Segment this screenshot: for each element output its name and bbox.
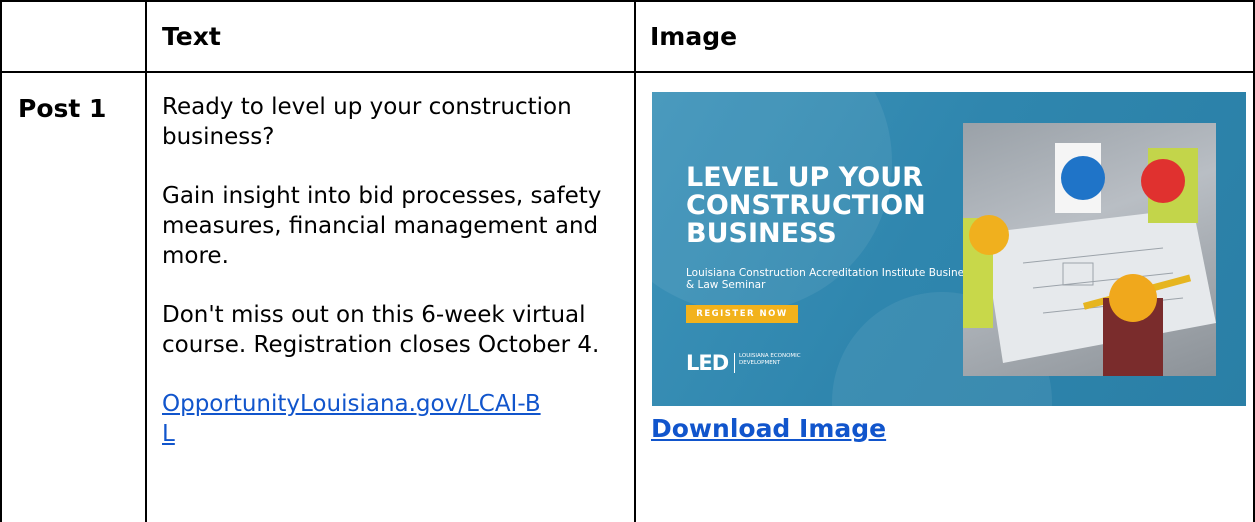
led-logo-mark: LED	[686, 351, 729, 375]
led-logo-org-name: LOUISIANA ECONOMIC DEVELOPMENT	[739, 353, 801, 366]
red-hardhat	[1141, 159, 1185, 203]
post-1-paragraph-1: Ready to level up your construction busi…	[162, 94, 572, 150]
table-row-divider	[0, 71, 1255, 73]
promo-headline: LEVEL UP YOUR CONSTRUCTION BUSINESS	[686, 162, 926, 249]
table-column-divider-1	[145, 0, 147, 522]
post-1-link-line-1: OpportunityLouisiana.gov/LCAI-B	[162, 391, 541, 417]
post-1-link-paragraph: OpportunityLouisiana.gov/LCAI-B L	[162, 389, 624, 449]
orange-hardhat	[1109, 274, 1157, 322]
post-1-link-line-2: L	[162, 421, 175, 447]
table-border-left	[0, 0, 2, 522]
promo-subhead: Louisiana Construction Accreditation Ins…	[686, 267, 976, 291]
post-1-paragraph-2: Gain insight into bid processes, safety …	[162, 183, 602, 269]
construction-workers-photo	[963, 123, 1216, 376]
blueprint-sheet	[983, 208, 1216, 363]
led-logo-separator	[734, 353, 735, 373]
construction-workers-illustration	[963, 143, 1216, 376]
row-label-post-1: Post 1	[18, 94, 107, 123]
document-page: Text Image Post 1 Ready to level up your…	[0, 0, 1255, 522]
post-1-text-cell: Ready to level up your construction busi…	[162, 92, 624, 449]
table-border-top	[0, 0, 1255, 2]
table-column-divider-2	[634, 0, 636, 522]
download-image-link[interactable]: Download Image	[651, 414, 886, 443]
promo-register-now-badge: REGISTER NOW	[686, 305, 798, 323]
yellow-hardhat	[969, 215, 1009, 255]
post-1-registration-link[interactable]: OpportunityLouisiana.gov/LCAI-B L	[162, 391, 541, 447]
post-1-paragraph-3: Don't miss out on this 6-week virtual co…	[162, 302, 600, 358]
column-header-image: Image	[650, 22, 738, 51]
post-1-promo-image: LEVEL UP YOUR CONSTRUCTION BUSINESS Loui…	[652, 92, 1246, 406]
column-header-text: Text	[162, 22, 221, 51]
blue-hardhat	[1061, 156, 1105, 200]
